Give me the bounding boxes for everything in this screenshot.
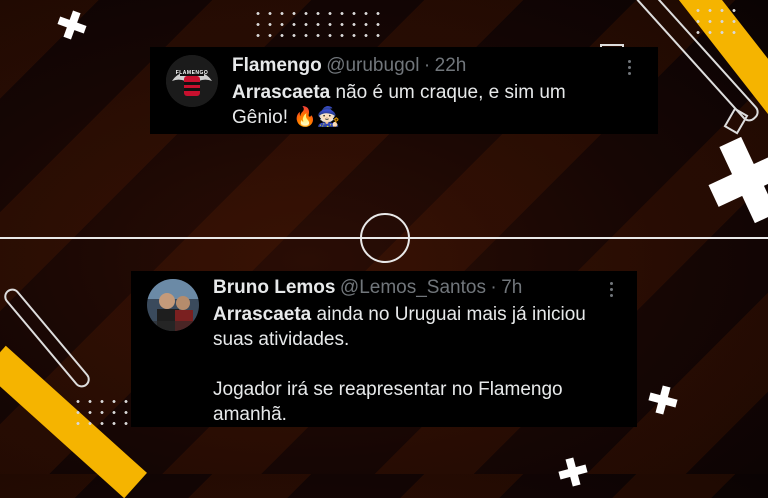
tweet-text-line-3: Jogador irá se reapresentar no Flamengo <box>213 379 563 400</box>
author-name[interactable]: Flamengo <box>232 55 322 76</box>
tweet-text-line-1: ainda no Uruguai mais já iniciou <box>311 304 586 325</box>
dot-grid-right <box>692 5 742 35</box>
plus-icon-right-large <box>708 136 768 224</box>
tweet-text-line-4: amanhã. <box>213 404 287 425</box>
avatar[interactable] <box>147 279 199 331</box>
tweet-text-line-2: suas atividades. <box>213 329 350 350</box>
meta-separator: · <box>423 55 431 76</box>
white-outline-stripe-bottom <box>1 285 93 391</box>
avatar[interactable]: FLAMENGO <box>166 55 218 107</box>
tweet-card-2[interactable]: Bruno Lemos @Lemos_Santos · 7h Arrascaet… <box>131 271 637 427</box>
tweet-time[interactable]: 22h <box>435 55 467 76</box>
dot-grid-bottom-left <box>72 396 132 428</box>
avatar-crest-text: FLAMENGO <box>175 70 209 76</box>
tweet-card-1[interactable]: FLAMENGO Flamengo @urubugol · 22h Arrasc… <box>150 47 658 134</box>
flamengo-crest-icon <box>166 55 218 107</box>
tweet-mention: Arrascaeta <box>213 304 312 325</box>
plus-icon-top-left <box>57 10 87 40</box>
tweet-text: Arrascaeta não é um craque, e sim um Gên… <box>232 80 642 130</box>
plus-icon-bottom-right <box>648 385 678 415</box>
more-options-icon[interactable] <box>610 282 614 300</box>
tweet-header: Flamengo @urubugol · 22h <box>232 55 466 77</box>
tweet-time[interactable]: 7h <box>501 277 522 298</box>
tweet-text: Arrascaeta ainda no Uruguai mais já inic… <box>213 302 628 427</box>
field-center-circle <box>360 213 410 263</box>
yellow-stripe-top <box>673 0 768 143</box>
user-photo-icon <box>147 279 199 331</box>
field-center-line <box>0 237 768 239</box>
plus-icon-bottom <box>558 457 588 487</box>
author-handle[interactable]: @Lemos_Santos <box>340 277 486 298</box>
author-handle[interactable]: @urubugol <box>326 55 419 76</box>
yellow-stripe-bottom <box>0 345 147 498</box>
more-options-icon[interactable] <box>628 60 632 78</box>
outline-square-small-2 <box>723 107 749 135</box>
dot-grid-top <box>252 8 384 41</box>
meta-separator: · <box>490 277 497 298</box>
tweet-text-line-2: Gênio! 🔥🧙🏻 <box>232 107 341 128</box>
tweet-header: Bruno Lemos @Lemos_Santos · 7h <box>213 277 522 299</box>
tweet-mention: Arrascaeta <box>232 82 331 103</box>
tweet-text-line-1: não é um craque, e sim um <box>330 82 566 103</box>
author-name[interactable]: Bruno Lemos <box>213 277 335 298</box>
